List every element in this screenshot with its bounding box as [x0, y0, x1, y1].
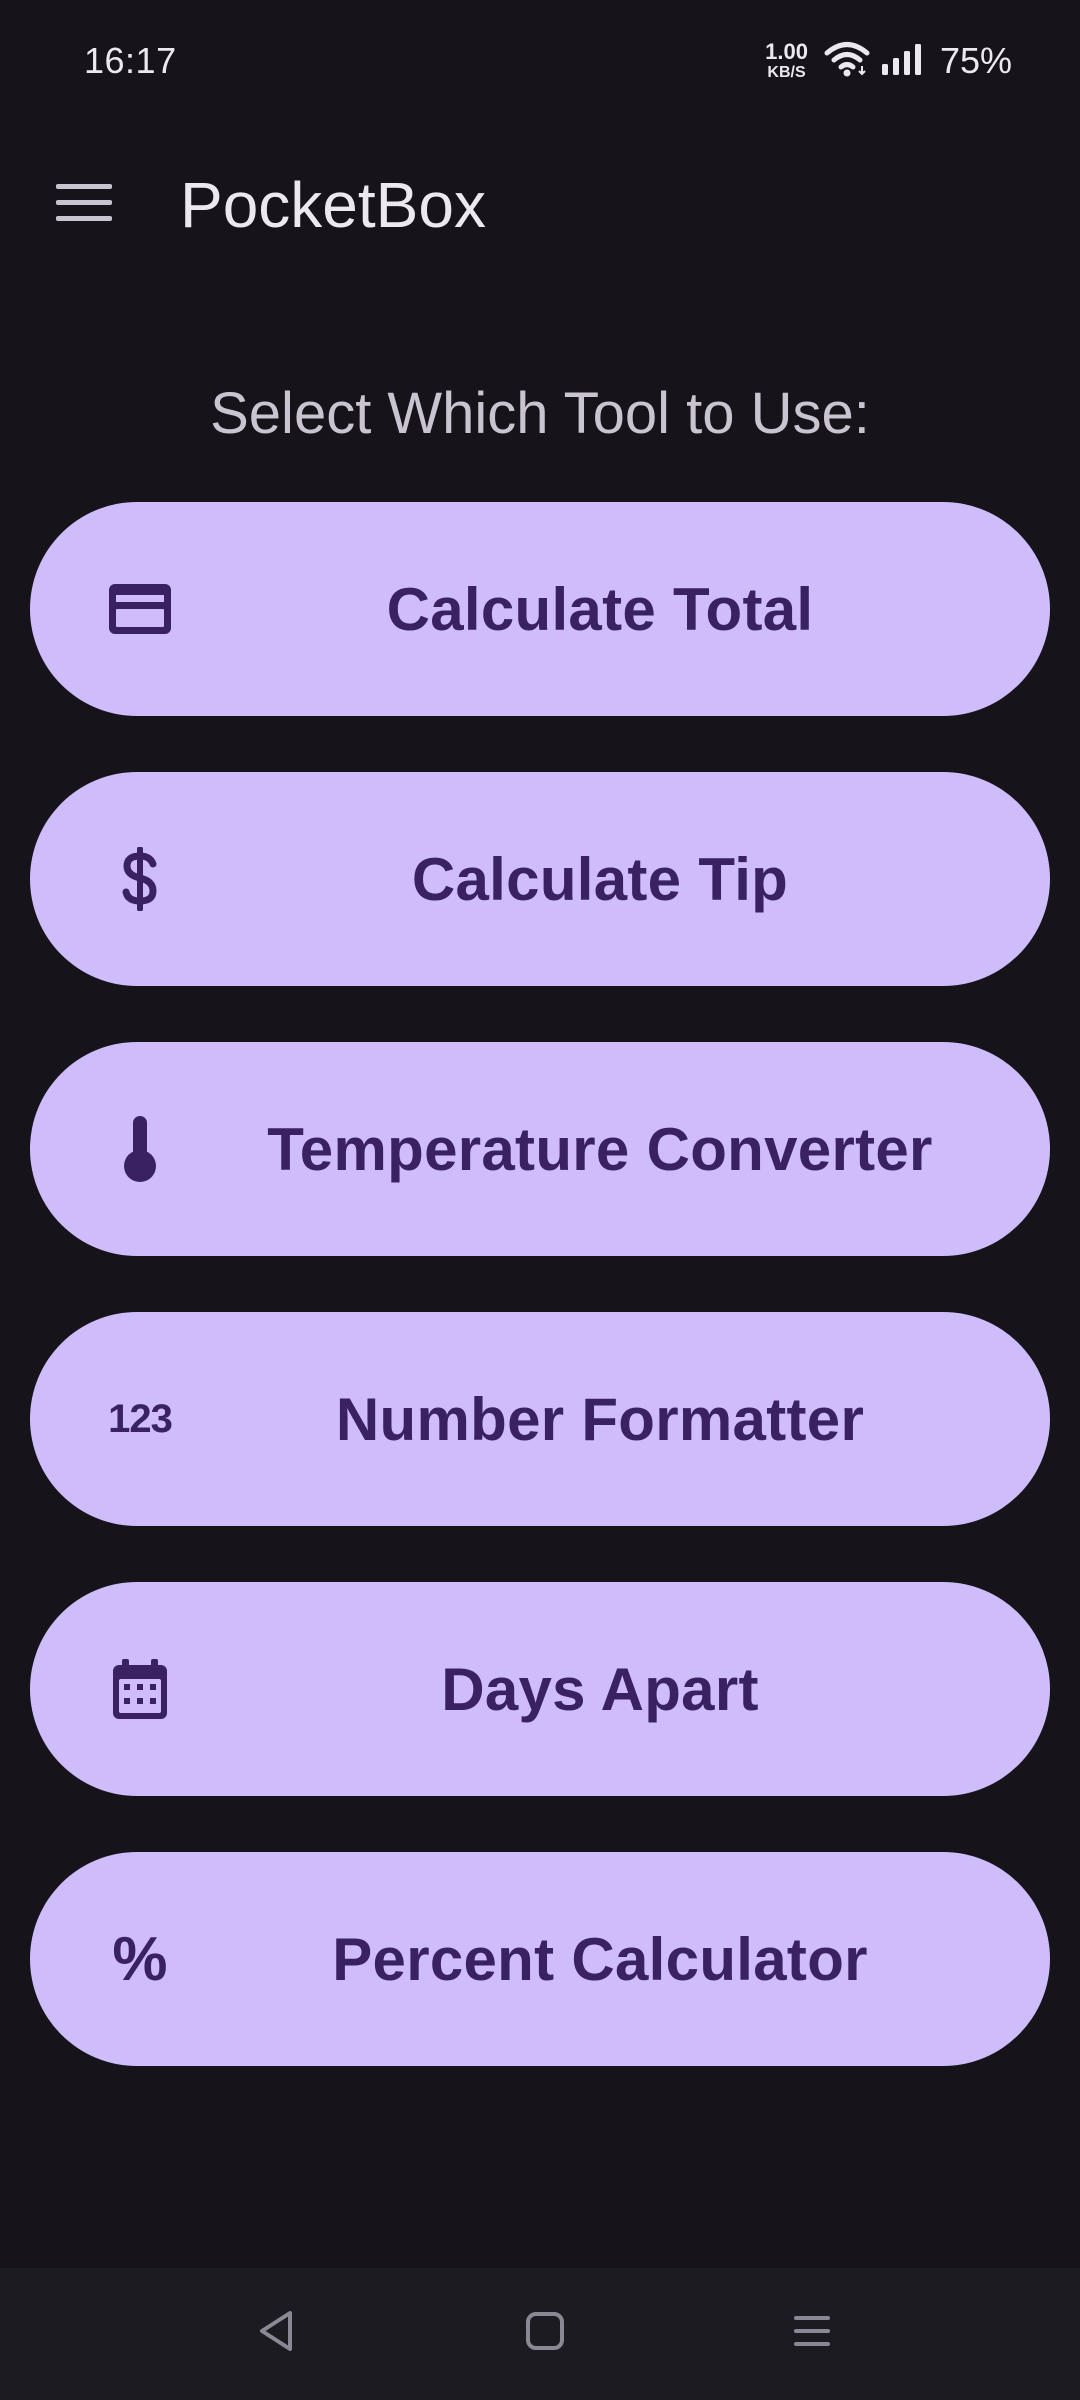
thermometer-icon [100, 1109, 180, 1189]
hamburger-menu-icon [54, 181, 114, 230]
tool-list: Calculate Total Calculate Tip Temperatur… [30, 502, 1050, 2066]
signal-icon [880, 42, 924, 81]
network-speed-unit: KB/S [767, 64, 806, 81]
tool-label: Calculate Total [386, 575, 814, 643]
numbers-123-icon: 123 [100, 1379, 180, 1459]
percent-icon-text: % [112, 1924, 168, 1994]
percent-calculator-button[interactable]: % Percent Calculator [30, 1852, 1050, 2066]
calculate-total-button[interactable]: Calculate Total [30, 502, 1050, 716]
calendar-icon [100, 1649, 180, 1729]
recents-icon [792, 2311, 832, 2356]
nav-recents-button[interactable] [772, 2298, 852, 2368]
menu-button[interactable] [40, 172, 128, 238]
calculate-tip-button[interactable]: Calculate Tip [30, 772, 1050, 986]
section-heading: Select Which Tool to Use: [210, 381, 870, 446]
nav-home-button[interactable] [505, 2298, 585, 2368]
days-apart-button[interactable]: Days Apart [30, 1582, 1050, 1796]
wifi-icon [824, 40, 870, 83]
tool-label: Calculate Tip [411, 845, 789, 913]
network-speed-value: 1.00 [765, 39, 808, 64]
system-nav-bar [0, 2268, 1080, 2400]
status-time: 16:17 [84, 40, 177, 81]
status-bar: 16:17 1.00 KB/S 75% [0, 0, 1080, 120]
app-title: PocketBox [180, 169, 486, 241]
app-bar: PocketBox [0, 150, 1080, 260]
tool-label: Percent Calculator [332, 1925, 868, 1993]
credit-card-icon [100, 569, 180, 649]
numbers-123-icon-text: 123 [108, 1396, 173, 1441]
number-formatter-button[interactable]: 123 Number Formatter [30, 1312, 1050, 1526]
nav-back-button[interactable] [236, 2298, 316, 2368]
network-speed: 1.00 KB/S [765, 41, 808, 81]
status-indicators: 1.00 KB/S 75% [765, 36, 1012, 86]
percent-icon: % [100, 1919, 180, 1999]
battery-level: 75% [939, 40, 1012, 81]
tool-label: Number Formatter [335, 1385, 865, 1453]
back-icon [256, 2309, 296, 2358]
tool-label: Days Apart [441, 1655, 759, 1723]
dollar-sign-icon [100, 839, 180, 919]
temperature-converter-button[interactable]: Temperature Converter [30, 1042, 1050, 1256]
home-icon [525, 2311, 565, 2356]
tool-label: Temperature Converter [267, 1115, 933, 1183]
